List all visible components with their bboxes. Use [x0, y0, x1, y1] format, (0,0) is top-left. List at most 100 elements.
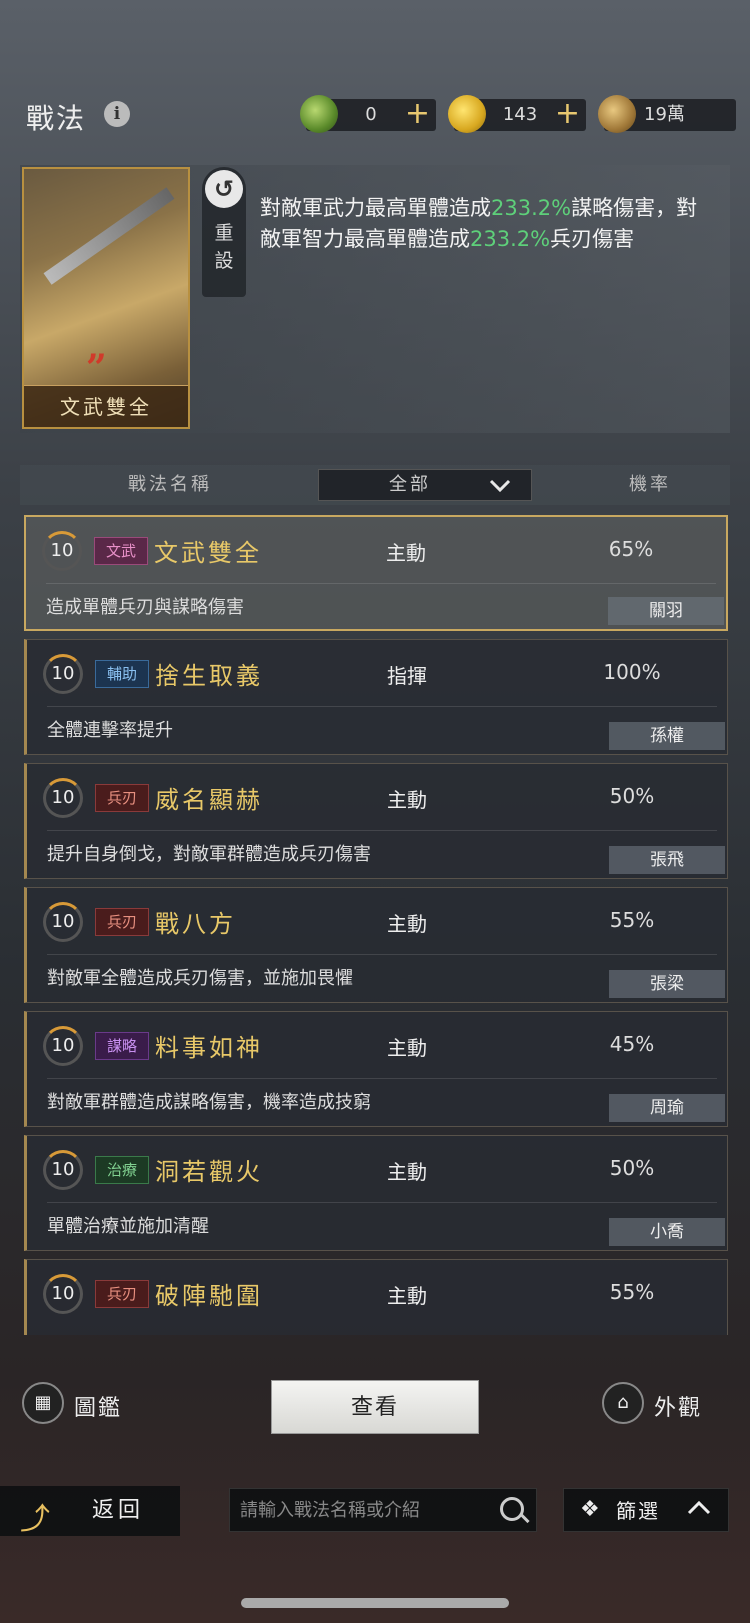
level-badge: 10 — [43, 778, 83, 818]
tactic-short-desc: 單體治療並施加清醒 — [47, 1216, 209, 1237]
tactic-rate: 50% — [609, 784, 655, 808]
tactic-type: 主動 — [387, 788, 427, 812]
damage-percent: 233.2% — [470, 227, 551, 251]
tactic-short-desc: 提升自身倒戈，對敵軍群體造成兵刃傷害 — [47, 844, 371, 865]
divider — [47, 706, 717, 707]
tactic-description: 對敵軍武力最高單體造成233.2%謀略傷害，對敵軍智力最高單體造成233.2%兵… — [260, 196, 698, 251]
bottom-bar: ⤴ 返回 ❖ 篩選 — [0, 1482, 750, 1538]
filter-label: 篩選 — [616, 1499, 660, 1523]
tactic-name: 洞若觀火 — [155, 1158, 263, 1186]
jade-coin-icon — [300, 95, 338, 133]
sword-illustration — [43, 187, 175, 285]
chevron-down-icon — [489, 479, 511, 493]
add-jade-button[interactable]: + — [405, 99, 430, 129]
reset-label: 重設 — [214, 222, 234, 272]
undo-icon: ↺ — [205, 170, 243, 208]
reset-button[interactable]: ↺ 重設 — [202, 167, 246, 297]
tactic-list-item[interactable]: 10 兵刃 威名顯赫 主動 50% 提升自身倒戈，對敵軍群體造成兵刃傷害 張飛 — [24, 763, 728, 879]
column-name-header: 戰法名稱 — [128, 474, 212, 495]
copper-amount: 19萬 — [644, 104, 685, 125]
level-badge: 10 — [43, 654, 83, 694]
tactic-rate: 50% — [609, 1156, 655, 1180]
filter-button[interactable]: ❖ 篩選 — [563, 1488, 729, 1532]
jade-amount: 0 — [365, 104, 377, 125]
home-indicator[interactable] — [241, 1598, 509, 1608]
tactic-name: 戰八方 — [155, 910, 236, 938]
list-header: 戰法名稱 全部 機率 — [20, 465, 730, 505]
gold-currency: 143 + — [448, 95, 586, 133]
tactic-category-tag: 文武 — [94, 537, 148, 565]
tactic-rate: 55% — [609, 1280, 655, 1304]
level-badge: 10 — [43, 902, 83, 942]
card-name: 文武雙全 — [24, 385, 188, 427]
action-row: ▦ 圖鑑 查看 ⌂ 外觀 — [0, 1380, 750, 1440]
codex-icon[interactable]: ▦ — [22, 1382, 64, 1424]
category-filter-value: 全部 — [389, 474, 431, 495]
tactic-name: 文武雙全 — [154, 539, 262, 567]
damage-percent: 233.2% — [491, 196, 572, 220]
hero-name-badge: 周瑜 — [609, 1094, 725, 1122]
back-button[interactable]: ⤴ 返回 — [0, 1486, 180, 1537]
tactic-short-desc: 造成單體兵刃與謀略傷害 — [46, 597, 244, 618]
copper-coin-icon — [598, 95, 636, 133]
codex-button-label[interactable]: 圖鑑 — [74, 1390, 122, 1422]
tactic-name: 料事如神 — [155, 1034, 263, 1062]
info-icon[interactable]: i — [104, 101, 130, 127]
tactic-category-tag: 兵刃 — [95, 784, 149, 812]
level-badge: 10 — [43, 1150, 83, 1190]
jade-currency: 0 + — [300, 95, 436, 133]
level-badge: 10 — [43, 1274, 83, 1314]
copper-currency: 19萬 — [598, 95, 736, 133]
tactic-short-desc: 對敵軍全體造成兵刃傷害，並施加畏懼 — [47, 968, 353, 989]
tactic-category-tag: 兵刃 — [95, 1280, 149, 1308]
appearance-icon[interactable]: ⌂ — [602, 1382, 644, 1424]
tactic-list[interactable]: 10 文武 文武雙全 主動 65% 造成單體兵刃與謀略傷害 關羽 10 輔助 捨生取義 指揮 100%… — [20, 515, 732, 1335]
divider — [47, 830, 717, 831]
tactic-rate: 65% — [608, 537, 654, 561]
level-badge: 10 — [43, 1026, 83, 1066]
chevron-up-icon[interactable] — [684, 1493, 714, 1523]
category-filter-dropdown[interactable]: 全部 — [318, 469, 532, 501]
tactic-type: 主動 — [387, 1036, 427, 1060]
add-gold-button[interactable]: + — [555, 99, 580, 129]
tactic-list-item[interactable]: 10 輔助 捨生取義 指揮 100% 全體連擊率提升 孫權 — [24, 639, 728, 755]
search-box[interactable] — [229, 1488, 537, 1532]
divider — [47, 1078, 717, 1079]
hero-name-badge: 孫權 — [609, 722, 725, 750]
tactic-type: 主動 — [386, 541, 426, 565]
hero-name-badge: 關羽 — [608, 597, 724, 625]
back-label: 返回 — [92, 1498, 145, 1523]
top-bar: 戰法 i 0 + 143 + 19萬 — [0, 85, 750, 145]
tactic-name: 破陣馳圍 — [155, 1282, 263, 1310]
tactic-card[interactable]: ” 文武雙全 — [22, 167, 190, 429]
tactic-type: 主動 — [387, 1160, 427, 1184]
search-icon[interactable] — [500, 1497, 524, 1521]
tactic-rate: 55% — [609, 908, 655, 932]
tactic-category-tag: 治療 — [95, 1156, 149, 1184]
divider — [47, 1202, 717, 1203]
view-button[interactable]: 查看 — [271, 1380, 479, 1434]
level-badge: 10 — [42, 531, 82, 571]
tactic-list-item[interactable]: 10 謀略 料事如神 主動 45% 對敵軍群體造成謀略傷害，機率造成技窮 周瑜 — [24, 1011, 728, 1127]
tactic-list-item[interactable]: 10 治療 洞若觀火 主動 50% 單體治療並施加清醒 小喬 — [24, 1135, 728, 1251]
tactic-list-item[interactable]: 10 文武 文武雙全 主動 65% 造成單體兵刃與謀略傷害 關羽 — [24, 515, 728, 631]
tactic-type: 指揮 — [387, 664, 427, 688]
tactic-detail-panel: ” 文武雙全 ↺ 重設 對敵軍武力最高單體造成233.2%謀略傷害，對敵軍智力最… — [20, 165, 730, 433]
appearance-button-label[interactable]: 外觀 — [654, 1390, 702, 1422]
tactic-short-desc: 對敵軍群體造成謀略傷害，機率造成技窮 — [47, 1092, 371, 1113]
gold-amount: 143 — [502, 104, 538, 125]
tactic-list-item[interactable]: 10 兵刃 破陣馳圍 主動 55% — [24, 1259, 728, 1335]
divider — [47, 954, 717, 955]
search-input[interactable] — [240, 1489, 480, 1531]
hero-name-badge: 小喬 — [609, 1218, 725, 1246]
tactic-type: 主動 — [387, 1284, 427, 1308]
tactic-short-desc: 全體連擊率提升 — [47, 720, 173, 741]
tactic-name: 捨生取義 — [155, 662, 263, 690]
column-rate-header: 機率 — [629, 474, 671, 495]
tactic-rate: 100% — [603, 660, 661, 684]
tactic-list-item[interactable]: 10 兵刃 戰八方 主動 55% 對敵軍全體造成兵刃傷害，並施加畏懼 張梁 — [24, 887, 728, 1003]
tactic-category-tag: 謀略 — [95, 1032, 149, 1060]
divider — [46, 583, 716, 584]
filter-diamond-icon: ❖ — [580, 1497, 600, 1522]
back-arrow-icon: ⤴ — [20, 1502, 50, 1537]
